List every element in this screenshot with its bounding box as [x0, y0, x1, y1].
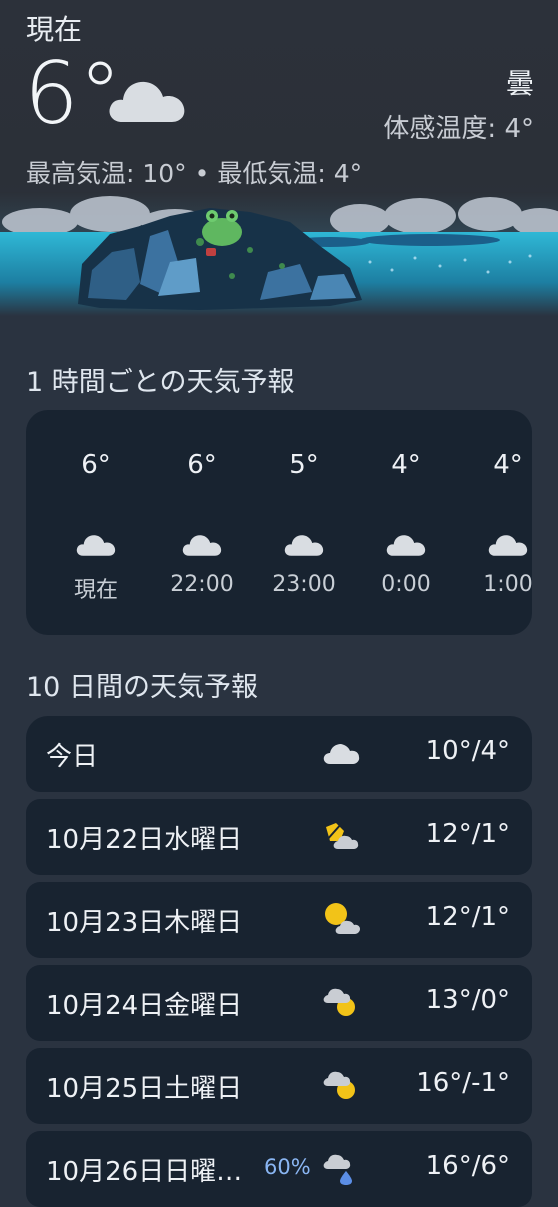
hourly-time: 現在	[73, 578, 118, 603]
feels-like-text: 体感温度: 4°	[383, 114, 534, 144]
hourly-time: 23:00	[272, 572, 336, 597]
daily-row[interactable]: 10月25日土曜日 16°/-1°	[26, 1048, 532, 1124]
day-label: 10月23日木曜日	[46, 908, 243, 938]
cloud-icon	[182, 535, 222, 556]
cloud-sun-icon	[323, 988, 355, 1016]
hourly-temp: 6°	[81, 450, 111, 480]
day-label: 10月26日日曜…	[46, 1157, 243, 1187]
hourly-forecast-title: 1 時間ごとの天気予報	[26, 367, 295, 398]
hourly-time: 22:00	[170, 572, 234, 597]
day-temps: 16°/-1°	[416, 1068, 510, 1098]
day-temps: 12°/1°	[425, 902, 510, 932]
cloud-icon	[109, 81, 185, 122]
daily-row[interactable]: 10月26日日曜… 60% 16°/6°	[26, 1131, 532, 1207]
day-temps: 10°/4°	[425, 736, 510, 766]
cloud-icon	[284, 535, 324, 556]
hourly-forecast-card[interactable]: 6° 現在 6° 22:00 5° 23:00 4° 0:00 4° 1:00	[26, 410, 532, 635]
hourly-item: 4° 0:00	[354, 410, 458, 635]
day-label: 10月24日金曜日	[46, 991, 243, 1021]
day-temps: 12°/1°	[425, 819, 510, 849]
sun-cloud-icon	[325, 903, 360, 934]
high-low-text: 最高気温: 10° • 最低気温: 4°	[26, 159, 363, 188]
current-weather-header: 現在 6° 曇 体感温度: 4° 最高気温: 10° • 最低気温: 4°	[0, 0, 558, 320]
hourly-temp: 4°	[493, 450, 523, 480]
partly-cloudy-icon	[325, 822, 359, 849]
hourly-temp: 6°	[187, 450, 217, 480]
weather-illustration	[0, 192, 558, 316]
daily-forecast-title: 10 日間の天気予報	[26, 672, 258, 703]
day-label: 10月25日土曜日	[46, 1074, 243, 1104]
day-temps: 13°/0°	[425, 985, 510, 1015]
hourly-temp: 5°	[289, 450, 319, 480]
cloud-icon	[323, 744, 360, 764]
hourly-time: 1:00	[483, 572, 532, 597]
daily-row[interactable]: 10月23日木曜日 12°/1°	[26, 882, 532, 958]
hourly-item: 4° 1:00	[456, 410, 532, 635]
current-label: 現在	[26, 13, 83, 46]
precip-chance: 60%	[264, 1155, 311, 1179]
day-label: 10月22日水曜日	[46, 825, 243, 855]
hourly-item: 6° 22:00	[150, 410, 254, 635]
day-temps: 16°/6°	[425, 1151, 510, 1181]
hourly-time: 0:00	[381, 572, 431, 597]
hourly-temp: 4°	[391, 450, 421, 480]
rain-cloud-icon	[323, 1154, 352, 1185]
hourly-item: 5° 23:00	[252, 410, 356, 635]
cloud-sun-icon	[323, 1071, 355, 1099]
daily-row-today[interactable]: 今日 10°/4°	[26, 716, 532, 792]
hourly-item: 6° 現在	[44, 410, 148, 635]
day-label: 今日	[46, 742, 99, 772]
cloud-icon	[76, 535, 116, 556]
cloud-icon	[488, 535, 528, 556]
daily-row[interactable]: 10月22日水曜日 12°/1°	[26, 799, 532, 875]
cloud-icon	[386, 535, 426, 556]
daily-row[interactable]: 10月24日金曜日 13°/0°	[26, 965, 532, 1041]
condition-text: 曇	[505, 67, 534, 100]
